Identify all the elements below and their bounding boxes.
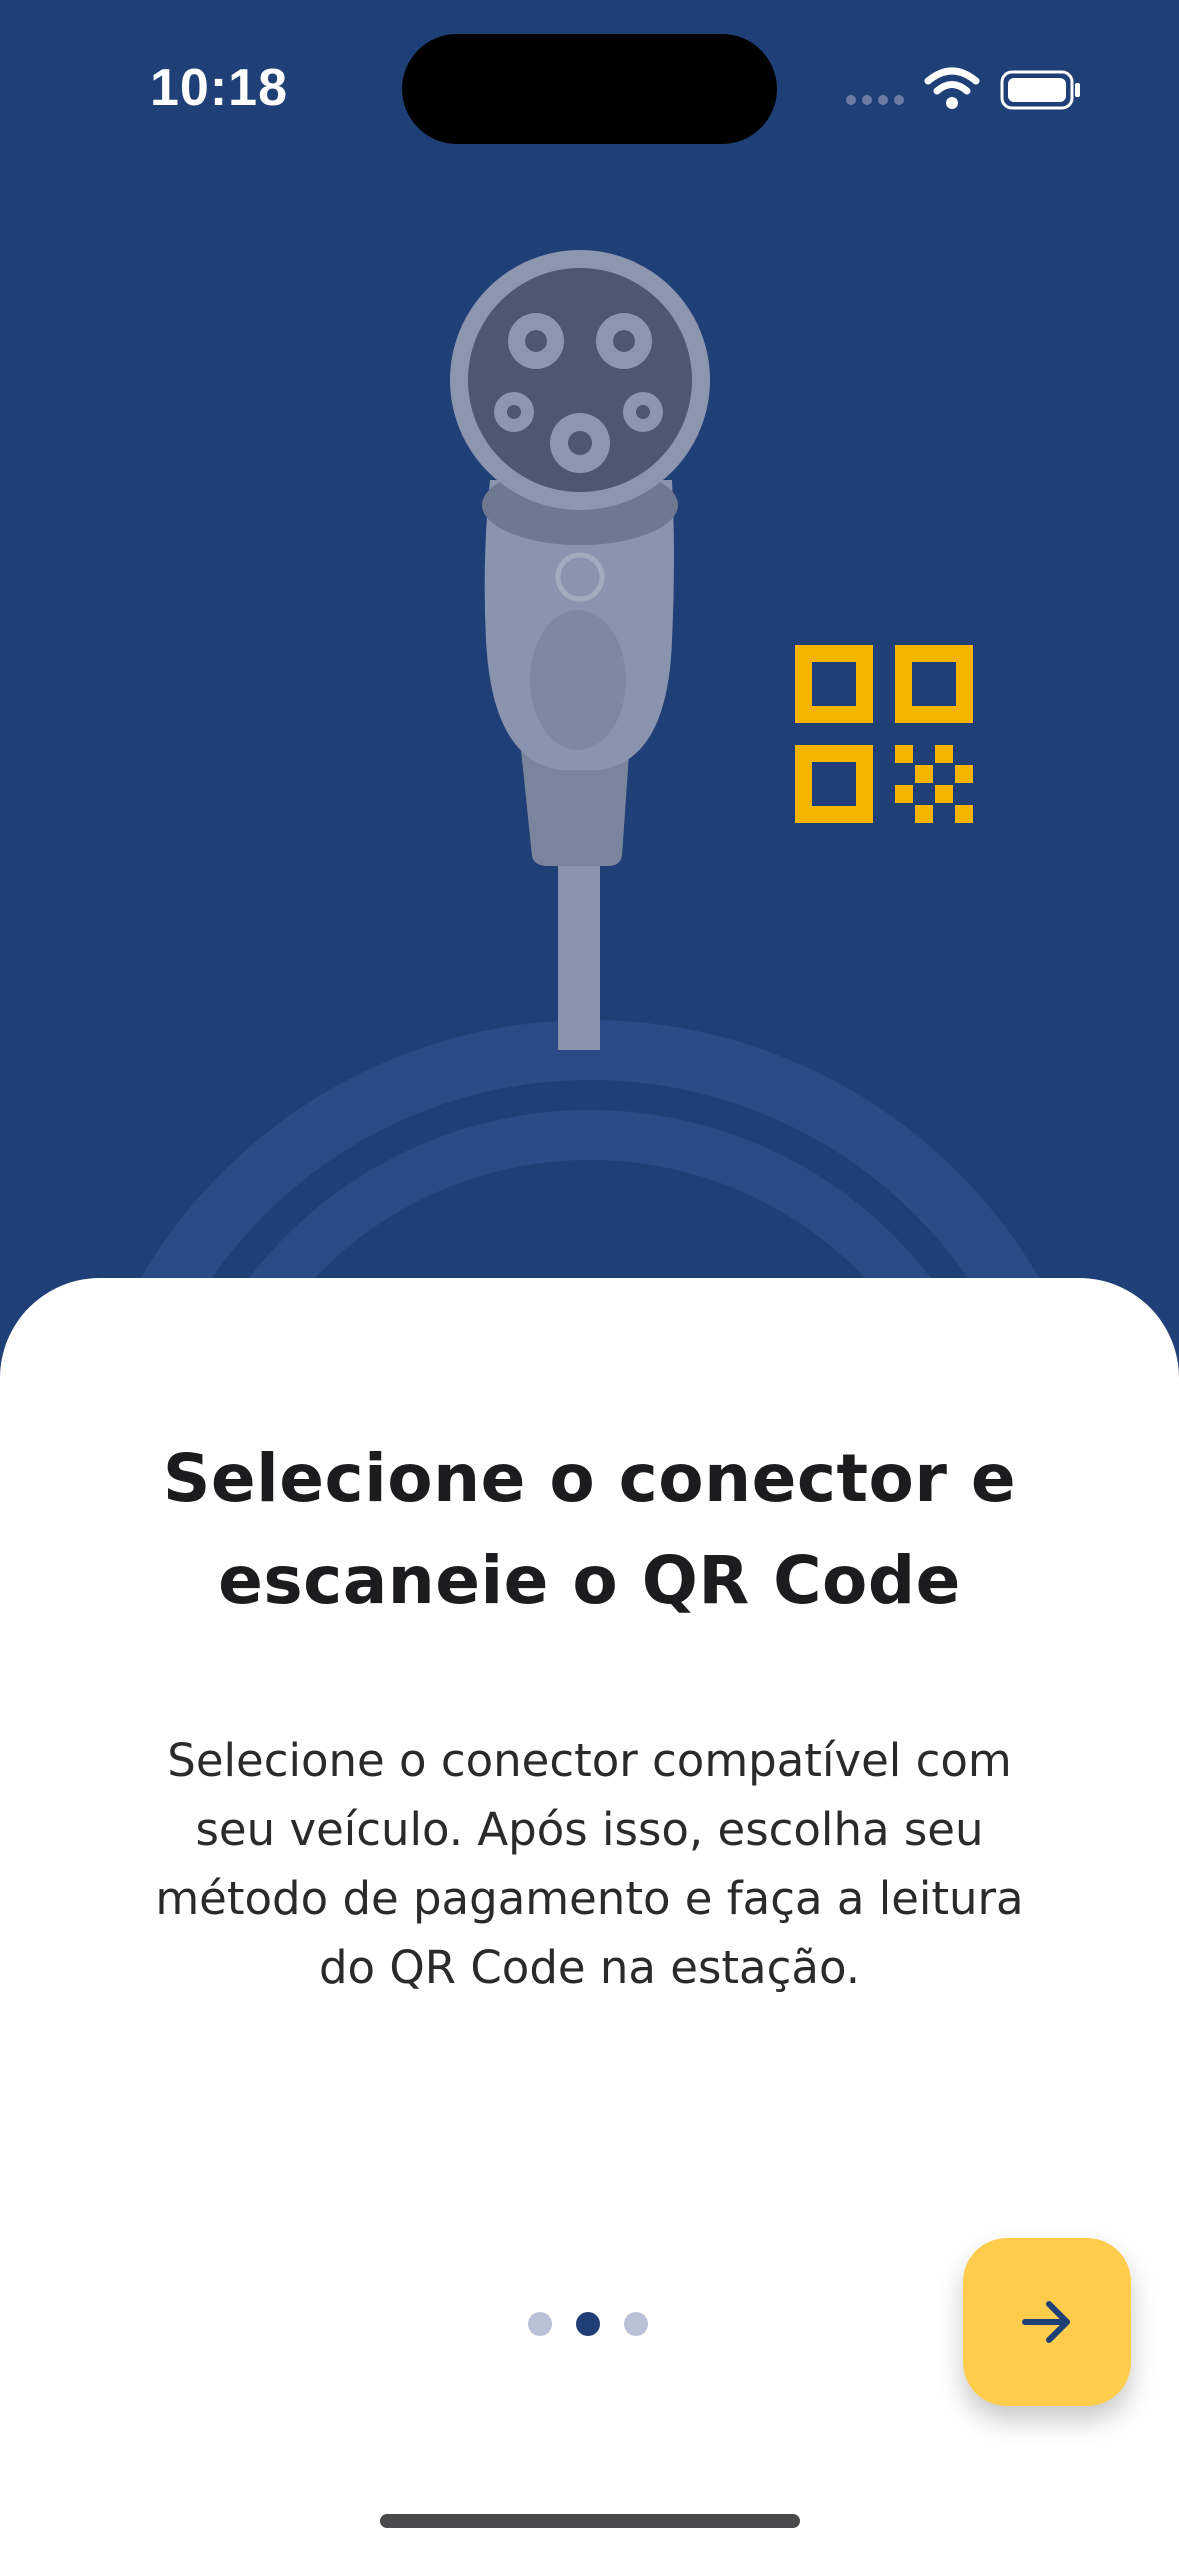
dynamic-island bbox=[402, 34, 777, 144]
onboarding-description: Selecione o conector compatível com seu … bbox=[155, 1734, 1024, 1994]
ev-charger-illustration bbox=[118, 250, 1062, 1320]
qr-code-icon bbox=[795, 645, 973, 823]
page-indicator bbox=[528, 2312, 648, 2336]
home-indicator[interactable] bbox=[380, 2514, 800, 2528]
page-dot-2-active[interactable] bbox=[576, 2312, 600, 2336]
arrow-right-icon bbox=[1022, 2301, 1070, 2343]
ev-connector-icon bbox=[450, 250, 710, 866]
hero-illustration-area: 10:18 bbox=[0, 0, 1179, 1320]
battery-icon bbox=[1000, 70, 1080, 110]
wifi-icon bbox=[924, 67, 980, 109]
onboarding-title: Selecione o conector e escaneie o QR Cod… bbox=[162, 1440, 1017, 1619]
page-dot-1[interactable] bbox=[528, 2312, 552, 2336]
status-time: 10:18 bbox=[150, 59, 288, 117]
status-bar: 10:18 bbox=[0, 0, 1179, 180]
cable bbox=[558, 860, 600, 1050]
cellular-signal-icon bbox=[846, 95, 904, 105]
next-button[interactable] bbox=[963, 2238, 1131, 2406]
page-dot-3[interactable] bbox=[624, 2312, 648, 2336]
